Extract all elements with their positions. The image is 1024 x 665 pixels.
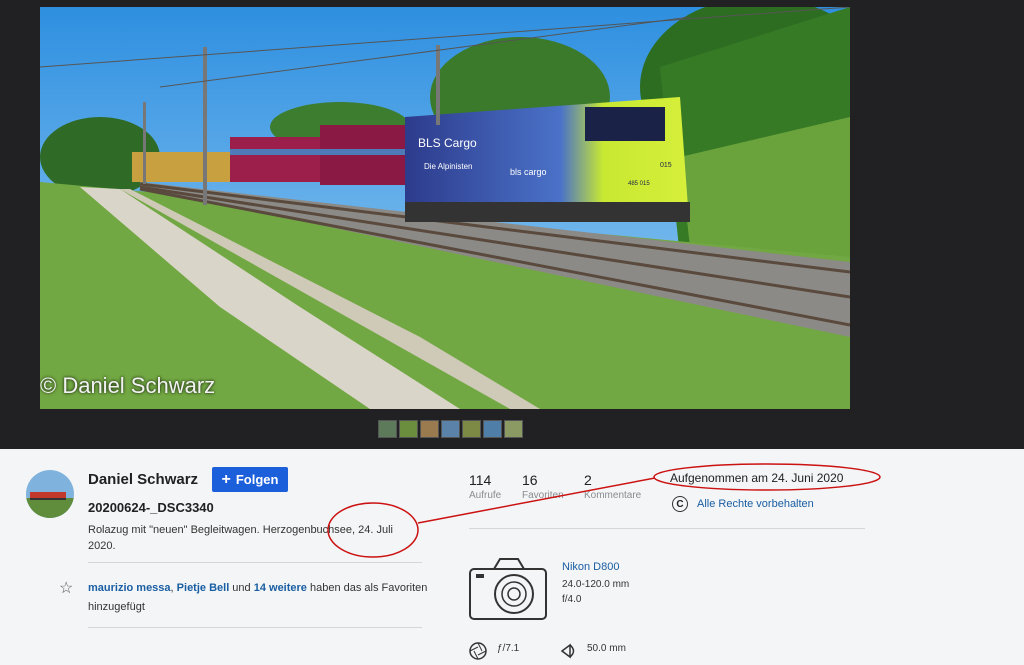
stat-label: Aufrufe — [469, 490, 502, 501]
fav-user-link[interactable]: Pietje Bell — [177, 582, 230, 594]
rights-link[interactable]: Alle Rechte vorbehalten — [697, 498, 814, 510]
avatar[interactable] — [26, 470, 74, 518]
photo-viewer: BLS Cargo Die Alpinisten bls cargo 015 4… — [0, 0, 1024, 449]
loco-slogan-text: Die Alpinisten — [424, 162, 472, 171]
stat-value: 16 — [522, 472, 538, 488]
author-name[interactable]: Daniel Schwarz — [88, 471, 198, 488]
stat-value: 114 — [469, 472, 492, 488]
main-photo[interactable]: BLS Cargo Die Alpinisten bls cargo 015 4… — [40, 7, 850, 409]
exif-aperture: ƒ/7.1 — [497, 643, 520, 654]
stat-value: 2 — [584, 472, 592, 488]
filmstrip-thumb[interactable] — [420, 420, 439, 438]
taken-date: Aufgenommen am 24. Juni 2020 — [670, 471, 844, 485]
focal-length-icon — [560, 642, 579, 665]
loco-number-text: 015 — [660, 162, 672, 169]
fav-more-link[interactable]: 14 weitere — [254, 582, 307, 594]
follow-label: Folgen — [235, 472, 279, 487]
stat-favorites[interactable]: 16 Favoriten — [522, 472, 564, 501]
divider — [88, 562, 422, 563]
filmstrip — [378, 420, 523, 438]
camera-model-link[interactable]: Nikon D800 — [562, 561, 619, 573]
follow-button[interactable]: + Folgen — [212, 467, 288, 492]
camera-lens: 24.0-120.0 mm — [562, 579, 630, 590]
favorites-text: maurizio messa, Pietje Bell und 14 weite… — [88, 579, 428, 617]
loco-logo-text: bls cargo — [510, 167, 547, 177]
filmstrip-thumb[interactable] — [483, 420, 502, 438]
plus-icon: + — [221, 470, 231, 488]
filmstrip-thumb[interactable] — [378, 420, 397, 438]
camera-aperture: f/4.0 — [562, 594, 582, 605]
loco-brand-text: BLS Cargo — [418, 136, 477, 150]
camera-icon — [468, 557, 548, 626]
fav-user-link[interactable]: maurizio messa — [88, 582, 171, 594]
star-icon[interactable]: ☆ — [59, 578, 73, 598]
loco-fullnumber-text: 485 015 — [628, 181, 650, 187]
filmstrip-thumb[interactable] — [399, 420, 418, 438]
photo-watermark: © Daniel Schwarz — [40, 373, 216, 398]
filmstrip-thumb[interactable] — [462, 420, 481, 438]
photo-description: Rolazug mit "neuen" Begleitwagen. Herzog… — [88, 524, 393, 552]
filmstrip-thumb[interactable] — [504, 420, 523, 438]
fav-and: und — [229, 582, 254, 594]
divider — [469, 528, 865, 529]
photo-title: 20200624-_DSC3340 — [88, 500, 214, 515]
divider — [88, 627, 422, 628]
aperture-icon — [469, 642, 487, 665]
stat-views: 114 Aufrufe — [469, 472, 501, 501]
stat-label: Favoriten — [522, 490, 564, 501]
copyright-icon: C — [672, 496, 688, 512]
exif-focal-length: 50.0 mm — [587, 643, 626, 654]
stat-comments[interactable]: 2 Kommentare — [584, 472, 641, 501]
filmstrip-thumb[interactable] — [441, 420, 460, 438]
stat-label: Kommentare — [584, 490, 642, 501]
